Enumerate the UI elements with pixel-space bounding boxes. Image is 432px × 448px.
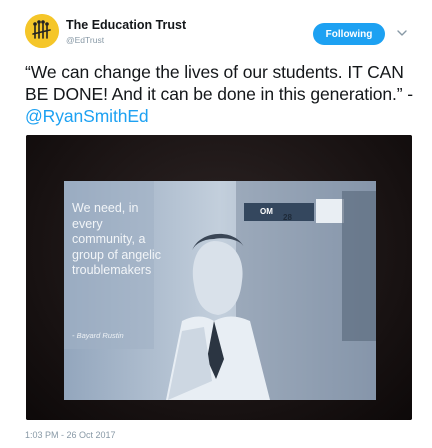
- tweet-body: “We can change the lives of our students…: [25, 62, 413, 104]
- tweet-text: “We can change the lives of our students…: [25, 61, 415, 127]
- sign-text: OM: [260, 207, 273, 216]
- education-trust-logo-icon: [25, 14, 59, 48]
- tweet-timestamp[interactable]: 1:03 PM - 26 Oct 2017: [25, 430, 116, 440]
- mention-link[interactable]: @RyanSmithEd: [25, 106, 149, 126]
- account-name[interactable]: The Education Trust: [66, 18, 186, 32]
- chevron-down-icon[interactable]: [396, 28, 408, 38]
- projector-screen: We need, in every community, a group of …: [64, 181, 376, 400]
- slide-quote: We need, in every community, a group of …: [72, 201, 161, 277]
- avatar[interactable]: [25, 14, 59, 48]
- account-handle[interactable]: @EdTrust: [66, 35, 104, 45]
- tweet-photo[interactable]: We need, in every community, a group of …: [26, 135, 412, 420]
- following-button[interactable]: Following: [313, 23, 385, 45]
- slide-attribution: - Bayard Rustin: [72, 331, 124, 340]
- sign-number: 28: [283, 213, 292, 222]
- tweet-header: The Education Trust @EdTrust Following: [0, 0, 432, 56]
